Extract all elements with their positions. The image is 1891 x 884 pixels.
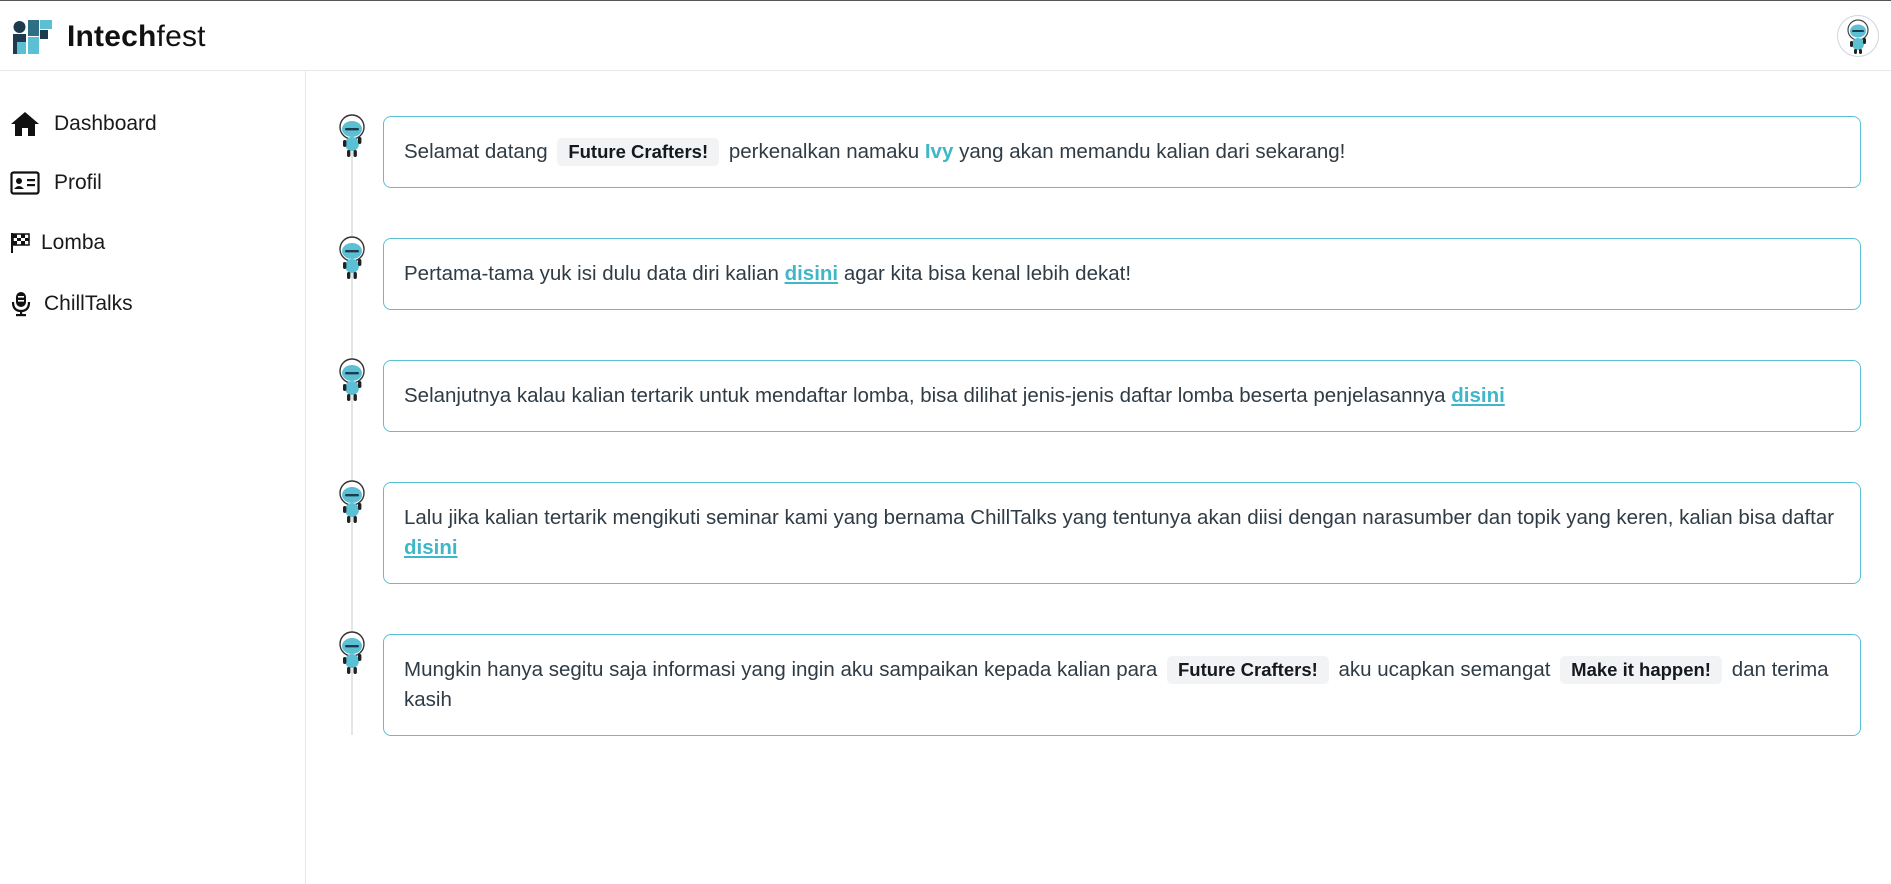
home-icon <box>10 111 40 137</box>
message-bubble: Selamat datang Future Crafters! perkenal… <box>383 116 1861 188</box>
message-text: Pertama-tama yuk isi dulu data diri kali… <box>404 262 779 285</box>
message-text: Selamat datang <box>404 140 548 163</box>
message-bubble: Selanjutnya kalau kalian tertarik untuk … <box>383 360 1861 432</box>
message-bubble: Mungkin hanya segitu saja informasi yang… <box>383 634 1861 736</box>
message-text: perkenalkan namaku <box>728 140 920 163</box>
message-text: aku ucapkan semangat <box>1338 658 1551 681</box>
bot-avatar-icon <box>332 630 372 676</box>
sidebar-item-dashboard[interactable]: Dashboard <box>10 111 157 137</box>
message-text: yang akan memandu kalian dari sekarang! <box>959 140 1346 163</box>
bot-avatar-icon <box>1838 16 1878 56</box>
message-text: agar kita bisa kenal lebih dekat! <box>843 262 1132 285</box>
message-bubble: Pertama-tama yuk isi dulu data diri kali… <box>383 238 1861 310</box>
bot-avatar-icon <box>332 479 372 525</box>
sidebar-item-profil[interactable]: Profil <box>10 171 102 195</box>
lomba-link[interactable]: disini <box>1451 384 1505 407</box>
chilltalks-link[interactable]: disini <box>404 536 458 559</box>
sidebar: Dashboard Profil Lomba ChillTalks <box>0 71 306 884</box>
checkered-flag-icon <box>10 232 30 254</box>
bot-avatar-icon <box>332 235 372 281</box>
profile-link[interactable]: disini <box>785 262 839 285</box>
message-text: Mungkin hanya segitu saja informasi yang… <box>404 658 1158 681</box>
sidebar-item-label: Profil <box>54 171 102 194</box>
highlight-tag: Future Crafters! <box>557 138 720 166</box>
top-header: Intechfest <box>0 0 1891 71</box>
sidebar-item-label: Lomba <box>41 231 106 254</box>
highlight-tag: Make it happen! <box>1560 656 1722 684</box>
sidebar-item-lomba[interactable]: Lomba <box>10 231 105 255</box>
bot-avatar-icon <box>332 357 372 403</box>
brand-logo-icon <box>13 18 53 56</box>
sidebar-item-chilltalks[interactable]: ChillTalks <box>10 291 133 317</box>
message-bubble: Lalu jika kalian tertarik mengikuti semi… <box>383 482 1861 584</box>
message-text: Lalu jika kalian tertarik mengikuti semi… <box>404 506 1835 529</box>
brand-name-light: fest <box>156 20 206 53</box>
id-card-icon <box>10 171 40 195</box>
bot-name: Ivy <box>924 140 954 163</box>
brand-name: Intechfest <box>67 18 206 56</box>
microphone-icon <box>10 291 32 317</box>
brand-name-bold: Intech <box>67 20 157 53</box>
sidebar-item-label: Dashboard <box>54 112 157 135</box>
sidebar-item-label: ChillTalks <box>44 292 133 315</box>
highlight-tag: Future Crafters! <box>1166 656 1329 684</box>
bot-avatar-icon <box>332 113 372 159</box>
user-avatar-button[interactable] <box>1837 15 1879 57</box>
message-text: Selanjutnya kalau kalian tertarik untuk … <box>404 384 1446 407</box>
brand[interactable]: Intechfest <box>13 18 206 56</box>
